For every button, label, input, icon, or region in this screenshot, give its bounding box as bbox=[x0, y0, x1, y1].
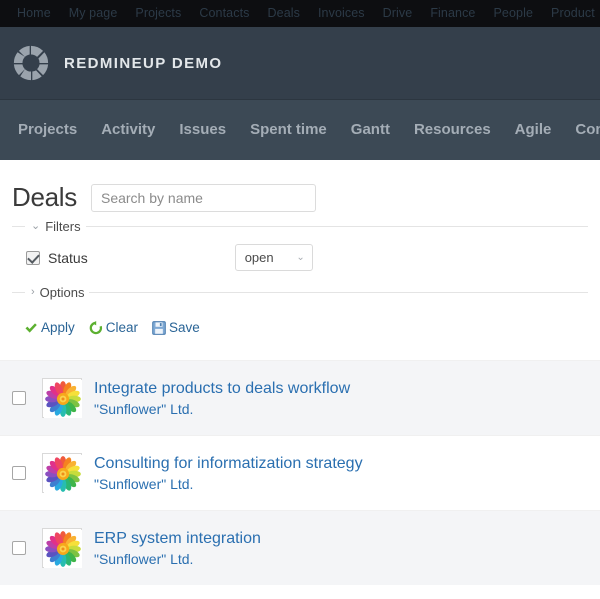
rainbow-flower-avatar-icon bbox=[42, 528, 82, 568]
deal-row-text: Integrate products to deals workflow "Sun… bbox=[94, 379, 350, 418]
search-input[interactable] bbox=[91, 184, 316, 212]
topbar-link-invoices[interactable]: Invoices bbox=[309, 0, 374, 27]
clear-button[interactable]: Clear bbox=[89, 320, 138, 338]
menu-item-spent-time[interactable]: Spent time bbox=[238, 100, 339, 160]
rainbow-flower-avatar-icon bbox=[42, 453, 82, 493]
topbar-link-deals[interactable]: Deals bbox=[259, 0, 309, 27]
topbar-link-contacts[interactable]: Contacts bbox=[190, 0, 258, 27]
status-filter-checkbox[interactable] bbox=[26, 251, 40, 265]
menu-item-agile[interactable]: Agile bbox=[503, 100, 564, 160]
filter-actions: Apply Clear Save bbox=[12, 300, 588, 338]
deal-organization-link[interactable]: "Sunflower" Ltd. bbox=[94, 476, 363, 493]
topbar-link-drive[interactable]: Drive bbox=[374, 0, 422, 27]
clear-label: Clear bbox=[106, 320, 138, 335]
status-value-select[interactable]: open ⌄ bbox=[235, 244, 313, 271]
menu-item-gantt[interactable]: Gantt bbox=[339, 100, 402, 160]
deal-name-link[interactable]: Consulting for informatization strategy bbox=[94, 454, 363, 474]
options-fieldset: › Options bbox=[12, 285, 588, 300]
deal-row-checkbox[interactable] bbox=[12, 541, 26, 555]
chevron-down-icon: ⌄ bbox=[296, 252, 304, 263]
segmented-circle-logo-icon bbox=[12, 44, 50, 82]
reload-icon bbox=[89, 321, 103, 338]
apply-label: Apply bbox=[41, 320, 75, 335]
deal-name-link[interactable]: ERP system integration bbox=[94, 529, 261, 549]
page-title: Deals bbox=[12, 182, 77, 213]
topbar-link-people[interactable]: People bbox=[484, 0, 542, 27]
check-icon bbox=[24, 321, 38, 338]
deal-row-text: Consulting for informatization strategy "… bbox=[94, 454, 363, 493]
account-navigation-bar: HomeMy pageProjectsContactsDealsInvoices… bbox=[0, 0, 600, 27]
chevron-down-icon: ⌄ bbox=[31, 221, 40, 232]
save-label: Save bbox=[169, 320, 200, 335]
status-value-text: open bbox=[245, 250, 274, 265]
topbar-link-product[interactable]: Product bbox=[542, 0, 600, 27]
site-title: REDMINEUP DEMO bbox=[64, 55, 223, 72]
topbar-link-my-page[interactable]: My page bbox=[60, 0, 127, 27]
site-header: REDMINEUP DEMO bbox=[0, 27, 600, 100]
deal-row-text: ERP system integration "Sunflower" Ltd. bbox=[94, 529, 261, 568]
topbar-link-projects[interactable]: Projects bbox=[126, 0, 190, 27]
page-header: Deals bbox=[12, 160, 588, 219]
deal-row-checkbox[interactable] bbox=[12, 466, 26, 480]
options-legend-label: Options bbox=[40, 285, 85, 300]
project-main-menu: ProjectsActivityIssuesSpent timeGanttRes… bbox=[0, 100, 600, 160]
filters-legend[interactable]: ⌄ Filters bbox=[25, 219, 86, 234]
content-area: Deals ⌄ Filters Status open ⌄ › Options bbox=[0, 160, 600, 338]
status-filter-label: Status bbox=[48, 250, 88, 266]
status-value-wrap: open ⌄ bbox=[235, 244, 313, 271]
deals-list: Integrate products to deals workflow "Sun… bbox=[0, 360, 600, 585]
deal-row[interactable]: ERP system integration "Sunflower" Ltd. bbox=[0, 510, 600, 585]
deal-row[interactable]: Integrate products to deals workflow "Sun… bbox=[0, 360, 600, 435]
apply-button[interactable]: Apply bbox=[24, 320, 75, 338]
filters-legend-label: Filters bbox=[45, 219, 80, 234]
menu-item-projects[interactable]: Projects bbox=[6, 100, 89, 160]
menu-item-resources[interactable]: Resources bbox=[402, 100, 503, 160]
deal-row[interactable]: Consulting for informatization strategy "… bbox=[0, 435, 600, 510]
deal-row-checkbox[interactable] bbox=[12, 391, 26, 405]
menu-item-contac[interactable]: Contac bbox=[563, 100, 600, 160]
rainbow-flower-avatar-icon bbox=[42, 378, 82, 418]
deal-organization-link[interactable]: "Sunflower" Ltd. bbox=[94, 401, 350, 418]
menu-item-activity[interactable]: Activity bbox=[89, 100, 167, 160]
topbar-link-home[interactable]: Home bbox=[8, 0, 60, 27]
filters-fieldset: ⌄ Filters Status open ⌄ bbox=[12, 219, 588, 275]
deal-organization-link[interactable]: "Sunflower" Ltd. bbox=[94, 551, 261, 568]
options-legend[interactable]: › Options bbox=[25, 285, 89, 300]
topbar-link-finance[interactable]: Finance bbox=[421, 0, 484, 27]
menu-item-issues[interactable]: Issues bbox=[167, 100, 238, 160]
floppy-disk-icon bbox=[152, 321, 166, 338]
save-button[interactable]: Save bbox=[152, 320, 200, 338]
chevron-right-icon: › bbox=[31, 287, 35, 298]
deal-name-link[interactable]: Integrate products to deals workflow bbox=[94, 379, 350, 399]
filter-row-status: Status open ⌄ bbox=[12, 234, 588, 275]
